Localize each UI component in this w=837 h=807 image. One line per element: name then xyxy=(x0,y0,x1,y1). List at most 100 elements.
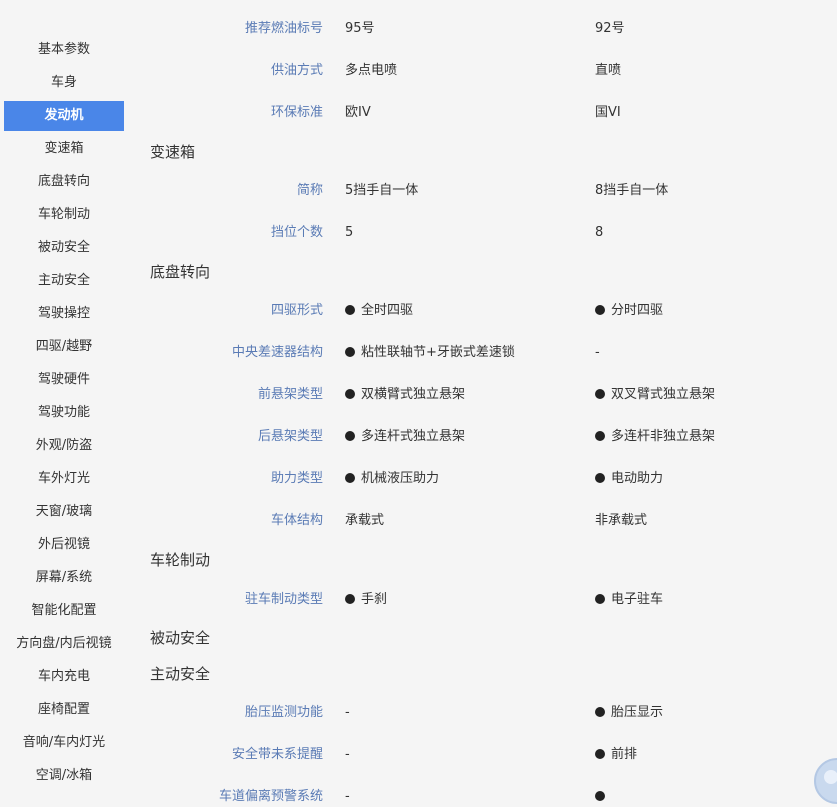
spec-row: 后悬架类型 多连杆式独立悬架 多连杆非独立悬架 xyxy=(130,425,837,449)
spec-value-car1: - xyxy=(345,747,350,762)
section-title-gearbox: 变速箱 xyxy=(150,143,196,161)
spec-value-car2: 电子驻车 xyxy=(595,588,663,612)
sidebar-item-gearbox[interactable]: 变速箱 xyxy=(4,134,124,164)
sidebar-item-exterior-antitheft[interactable]: 外观/防盗 xyxy=(4,431,124,461)
sidebar-item-exterior-lights[interactable]: 车外灯光 xyxy=(4,464,124,494)
sidebar-item-sunroof-glass[interactable]: 天窗/玻璃 xyxy=(4,497,124,527)
spec-row: 前悬架类型 双横臂式独立悬架 双叉臂式独立悬架 xyxy=(130,383,837,407)
spec-row: 助力类型 机械液压助力 电动助力 xyxy=(130,467,837,491)
sidebar-item-driving-control[interactable]: 驾驶操控 xyxy=(4,299,124,329)
sidebar-item-screen-system[interactable]: 屏幕/系统 xyxy=(4,563,124,593)
sidebar-item-body[interactable]: 车身 xyxy=(4,68,124,98)
spec-value-car1: 承载式 xyxy=(345,513,385,528)
spec-label: 供油方式 xyxy=(270,63,323,78)
spec-row: 车道偏离预警系统 - xyxy=(130,785,837,807)
sidebar-item-chassis-steering[interactable]: 底盘转向 xyxy=(4,167,124,197)
spec-value-car1: 5挡手自一体 xyxy=(345,183,419,198)
sidebar-item-audio-interior-lights[interactable]: 音响/车内灯光 xyxy=(4,728,124,758)
standard-dot-icon xyxy=(595,389,605,399)
standard-dot-icon xyxy=(595,791,605,801)
spec-value-car1: 5 xyxy=(345,225,354,240)
standard-dot-icon xyxy=(345,305,355,315)
standard-dot-icon xyxy=(595,305,605,315)
spec-value-car2: - xyxy=(595,345,600,360)
spec-row: 车体结构 承载式 非承载式 xyxy=(130,509,837,533)
spec-value-car2: 8 xyxy=(595,225,604,240)
spec-value-car1: 机械液压助力 xyxy=(345,467,439,491)
spec-label: 车体结构 xyxy=(270,513,323,528)
spec-label: 助力类型 xyxy=(270,471,323,486)
spec-value-car2: 双叉臂式独立悬架 xyxy=(595,383,715,407)
sidebar-item-basic-params[interactable]: 基本参数 xyxy=(4,35,124,65)
sidebar-item-ac-fridge[interactable]: 空调/冰箱 xyxy=(4,761,124,791)
spec-value-car2: 92号 xyxy=(595,21,625,36)
standard-dot-icon xyxy=(345,594,355,604)
standard-dot-icon xyxy=(595,749,605,759)
standard-dot-icon xyxy=(345,473,355,483)
sidebar-item-passive-safety[interactable]: 被动安全 xyxy=(4,233,124,263)
spec-page: 基本参数 车身 发动机 变速箱 底盘转向 车轮制动 被动安全 主动安全 驾驶操控… xyxy=(0,0,837,807)
spec-row: 挡位个数 5 8 xyxy=(130,221,837,245)
spec-value-car2 xyxy=(595,785,611,807)
standard-dot-icon xyxy=(595,431,605,441)
spec-value-car2: 非承载式 xyxy=(595,513,648,528)
spec-label: 简称 xyxy=(296,183,323,198)
spec-label: 后悬架类型 xyxy=(257,429,323,444)
sidebar-item-in-car-charging[interactable]: 车内充电 xyxy=(4,662,124,692)
spec-row: 中央差速器结构 粘性联轴节+牙嵌式差速锁 - xyxy=(130,341,837,365)
standard-dot-icon xyxy=(595,594,605,604)
spec-value-car1: 全时四驱 xyxy=(345,299,413,323)
spec-value-car1: 95号 xyxy=(345,21,375,36)
spec-row: 驻车制动类型 手刹 电子驻车 xyxy=(130,588,837,612)
standard-dot-icon xyxy=(595,707,605,717)
section-title-chassis-steering: 底盘转向 xyxy=(150,263,211,281)
spec-value-car1: 手刹 xyxy=(345,588,387,612)
spec-value-car2: 胎压显示 xyxy=(595,701,663,725)
spec-row: 四驱形式 全时四驱 分时四驱 xyxy=(130,299,837,323)
spec-value-car1: 粘性联轴节+牙嵌式差速锁 xyxy=(345,341,515,365)
spec-value-car1: 双横臂式独立悬架 xyxy=(345,383,465,407)
sidebar-item-seat-config[interactable]: 座椅配置 xyxy=(4,695,124,725)
spec-row: 环保标准 欧IV 国VI xyxy=(130,101,837,125)
sidebar-item-driving-functions[interactable]: 驾驶功能 xyxy=(4,398,124,428)
spec-value-car1: - xyxy=(345,789,350,804)
sidebar-item-engine[interactable]: 发动机 xyxy=(4,101,124,131)
spec-value-car2: 前排 xyxy=(595,743,637,767)
spec-label: 推荐燃油标号 xyxy=(244,21,323,36)
spec-row: 简称 5挡手自一体 8挡手自一体 xyxy=(130,179,837,203)
spec-row: 供油方式 多点电喷 直喷 xyxy=(130,59,837,83)
sidebar-item-smart-config[interactable]: 智能化配置 xyxy=(4,596,124,626)
sidebar-item-4wd-offroad[interactable]: 四驱/越野 xyxy=(4,332,124,362)
spec-row: 安全带未系提醒 - 前排 xyxy=(130,743,837,767)
section-title-active-safety: 主动安全 xyxy=(150,665,211,683)
standard-dot-icon xyxy=(345,389,355,399)
spec-value-car2: 分时四驱 xyxy=(595,299,663,323)
section-title-passive-safety: 被动安全 xyxy=(150,629,211,647)
spec-label: 四驱形式 xyxy=(270,303,323,318)
sidebar-item-wheel-brake[interactable]: 车轮制动 xyxy=(4,200,124,230)
spec-value-car1: 多点电喷 xyxy=(345,63,398,78)
spec-label: 胎压监测功能 xyxy=(244,705,323,720)
spec-value-car1: 欧IV xyxy=(345,105,371,120)
sidebar-item-driving-hardware[interactable]: 驾驶硬件 xyxy=(4,365,124,395)
sidebar-item-side-mirrors[interactable]: 外后视镜 xyxy=(4,530,124,560)
spec-label: 前悬架类型 xyxy=(257,387,323,402)
spec-value-car2: 电动助力 xyxy=(595,467,663,491)
standard-dot-icon xyxy=(345,431,355,441)
spec-label: 中央差速器结构 xyxy=(231,345,323,360)
standard-dot-icon xyxy=(595,473,605,483)
spec-table: 推荐燃油标号 95号 92号 供油方式 多点电喷 直喷 环保标准 欧IV 国VI… xyxy=(130,0,837,807)
spec-value-car2: 国VI xyxy=(595,105,621,120)
spec-label: 驻车制动类型 xyxy=(244,592,323,607)
spec-label: 挡位个数 xyxy=(270,225,323,240)
spec-label: 安全带未系提醒 xyxy=(231,747,323,762)
section-title-wheel-brake: 车轮制动 xyxy=(150,551,211,569)
spec-label: 车道偏离预警系统 xyxy=(218,789,323,804)
spec-value-car1: - xyxy=(345,705,350,720)
sidebar-item-active-safety[interactable]: 主动安全 xyxy=(4,266,124,296)
spec-value-car2: 8挡手自一体 xyxy=(595,183,669,198)
spec-value-car2: 多连杆非独立悬架 xyxy=(595,425,715,449)
sidebar-item-steering-wheel-mirror[interactable]: 方向盘/内后视镜 xyxy=(4,629,124,659)
spec-row: 胎压监测功能 - 胎压显示 xyxy=(130,701,837,725)
spec-value-car2: 直喷 xyxy=(595,63,622,78)
